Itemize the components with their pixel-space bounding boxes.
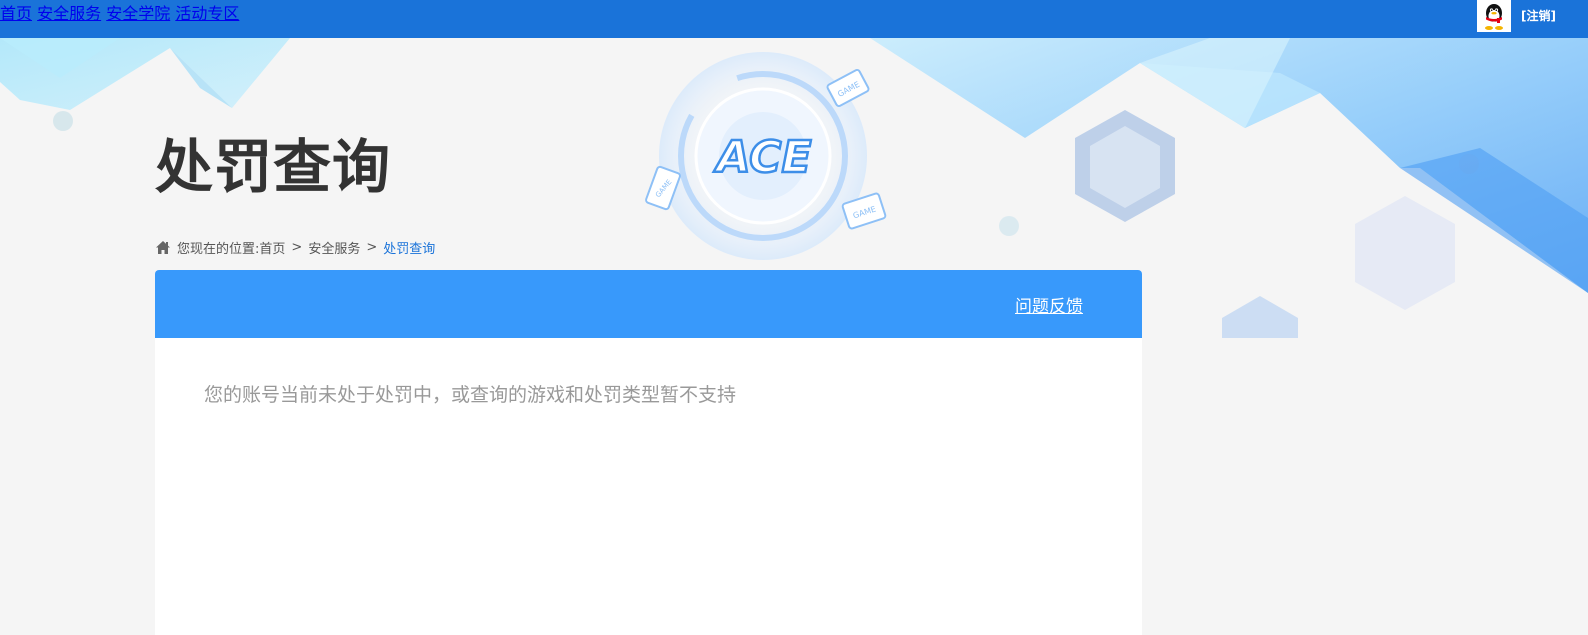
svg-text:ACE: ACE xyxy=(713,132,811,183)
user-avatar[interactable] xyxy=(1477,0,1511,32)
nav-activity-zone[interactable]: 活动专区 xyxy=(175,4,239,23)
breadcrumb-separator: > xyxy=(291,239,303,255)
breadcrumb-current: 处罚查询 xyxy=(383,241,436,257)
home-icon xyxy=(156,240,170,254)
panel-header: 问题反馈 xyxy=(155,270,1142,338)
feedback-link[interactable]: 问题反馈 xyxy=(1015,292,1083,317)
nav-home[interactable]: 首页 xyxy=(0,4,32,23)
ace-logo-icon: ACE xyxy=(712,131,813,185)
top-nav-bar: 首页 安全服务 安全学院 活动专区 [注销] xyxy=(0,0,1588,38)
breadcrumb: 您现在的位置: 首页 > 安全服务 > 处罚查询 xyxy=(155,238,436,257)
page-title: 处罚查询 xyxy=(155,133,392,201)
breadcrumb-security-service[interactable]: 安全服务 xyxy=(308,238,360,257)
breadcrumb-separator: > xyxy=(366,239,378,255)
panel-body: 您的账号当前未处于处罚中，或查询的游戏和处罚类型暂不支持 xyxy=(155,338,1142,635)
breadcrumb-prefix: 您现在的位置: xyxy=(177,241,260,257)
logout-link[interactable]: [注销] xyxy=(1521,7,1556,24)
nav-security-service[interactable]: 安全服务 xyxy=(37,4,101,23)
status-message: 您的账号当前未处于处罚中，或查询的游戏和处罚类型暂不支持 xyxy=(204,384,737,406)
breadcrumb-home[interactable]: 首页 xyxy=(259,238,285,257)
qq-avatar-icon xyxy=(1485,4,1503,30)
nav-security-academy[interactable]: 安全学院 xyxy=(106,4,170,23)
